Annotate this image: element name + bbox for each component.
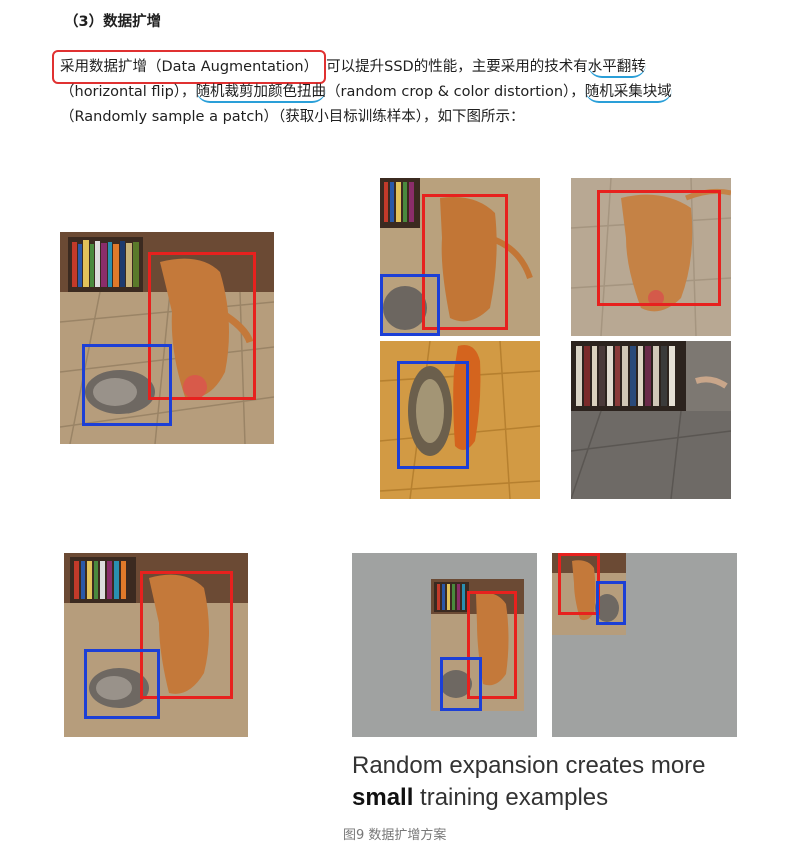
paragraph-text: （horizontal flip）， bbox=[60, 84, 196, 100]
paragraph-text: （random crop & color distortion）， bbox=[326, 84, 585, 100]
paragraph-line-1: 采用数据扩增（Data Augmentation） 可以提升SSD的性能，主要采用… bbox=[52, 50, 760, 84]
cat-bounding-box bbox=[397, 361, 469, 469]
intro-paragraph: 采用数据扩增（Data Augmentation） 可以提升SSD的性能，主要采用… bbox=[52, 50, 760, 130]
expansion-caption-bold: small bbox=[352, 784, 414, 811]
figure-caption: 图9 数据扩增方案 bbox=[343, 828, 447, 843]
zoom-crop-photo bbox=[571, 178, 731, 336]
flip-crop-photo bbox=[380, 178, 540, 336]
data-augmentation-term: 采用数据扩增（Data Augmentation） bbox=[60, 59, 319, 75]
paragraph-text: （Randomly sample a patch） bbox=[60, 109, 279, 125]
cat-bounding-box bbox=[440, 657, 482, 711]
color-distortion-photo bbox=[380, 341, 540, 499]
expansion-caption: Random expansion creates more small trai… bbox=[352, 750, 706, 814]
cat-bounding-box bbox=[380, 274, 440, 336]
cat-bounding-box bbox=[82, 344, 172, 426]
expansion-canvas-2 bbox=[552, 553, 737, 737]
technique-horizontal-flip: 水平翻转 bbox=[587, 59, 646, 78]
expansion-caption-line-2: small training examples bbox=[352, 782, 706, 814]
cat-bounding-box bbox=[84, 649, 160, 719]
technique-random-crop: 随机裁剪加颜色扭曲 bbox=[195, 84, 327, 103]
paragraph-text: 可以提升SSD的性能，主要采用的技术有 bbox=[326, 59, 588, 75]
photo-scene bbox=[571, 341, 731, 499]
cat-bounding-box bbox=[596, 581, 626, 625]
expanded-sample-photo bbox=[64, 553, 248, 737]
original-photo bbox=[60, 232, 274, 444]
expansion-caption-line-1: Random expansion creates more bbox=[352, 752, 706, 779]
highlighted-term-box: 采用数据扩增（Data Augmentation） bbox=[52, 50, 327, 84]
paragraph-line-3: （Randomly sample a patch）（获取小目标训练样本），如下图… bbox=[60, 105, 760, 130]
paragraph-line-2: （horizontal flip），随机裁剪加颜色扭曲（random crop … bbox=[60, 80, 760, 105]
technique-random-patch: 随机采集块域 bbox=[584, 84, 672, 103]
small-photo bbox=[431, 579, 524, 711]
section-heading: （3）数据扩增 bbox=[64, 14, 162, 30]
expansion-caption-rest: training examples bbox=[413, 784, 609, 811]
paragraph-text: （获取小目标训练样本），如下图所示： bbox=[278, 109, 525, 125]
dog-bounding-box bbox=[558, 553, 600, 615]
expansion-canvas-1 bbox=[352, 553, 537, 737]
tiny-photo bbox=[552, 553, 626, 635]
random-patch-photo bbox=[571, 341, 731, 499]
dog-bounding-box bbox=[597, 190, 721, 306]
